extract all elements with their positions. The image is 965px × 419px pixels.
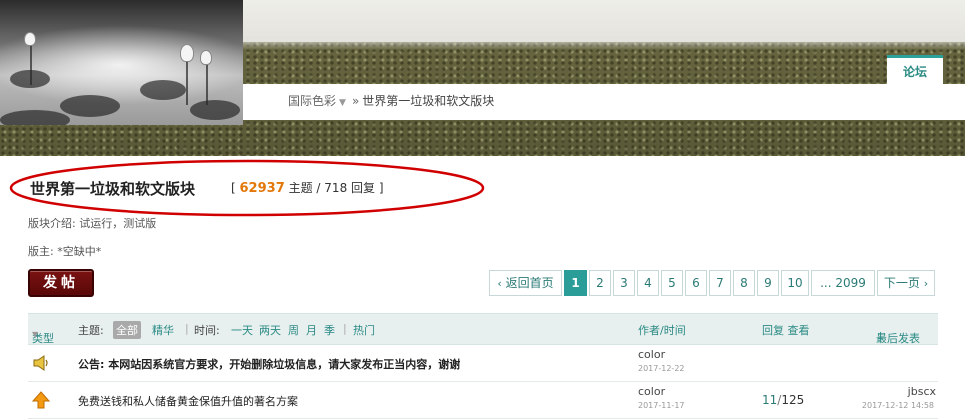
lotus-stem (186, 55, 188, 105)
thread-count: 62937 (239, 181, 285, 196)
thread-date: 2017-12-22 (638, 364, 685, 373)
time-filter-2days[interactable]: 两天 (259, 322, 281, 338)
pagination-back-home[interactable]: ‹ 返回首页 (489, 270, 562, 296)
thread-date: 2017-11-17 (638, 401, 685, 410)
page-last[interactable]: ... 2099 (811, 270, 875, 296)
forum-title: 世界第一垃圾和软文版块 (30, 180, 196, 198)
nav-tab-forum[interactable]: 论坛 (887, 55, 943, 86)
moderator-label: 版主: (28, 245, 54, 258)
filter-all[interactable]: 全部 (113, 321, 141, 339)
lotus-stem (30, 40, 32, 85)
page-1[interactable]: 1 (564, 270, 587, 296)
thread-list-header: 类型 ▼ 主题: 全部 精华 | 时间: 一天 两天 周 月 季 | 热门 作者… (28, 313, 938, 345)
lotus-flower (180, 44, 194, 62)
time-filter-day[interactable]: 一天 (231, 322, 253, 338)
table-row[interactable]: 免费送钱和私人储备黄金保值升值的著名方案 color 2017-11-17 11… (28, 382, 938, 419)
chevron-right-icon: › (923, 277, 929, 290)
lotus-flower (24, 32, 36, 46)
chevron-down-icon: ▼ (32, 330, 39, 339)
lotus-flower (200, 50, 212, 65)
view-count: 125 (781, 393, 805, 407)
page-2[interactable]: 2 (589, 270, 611, 296)
lotus-leaf (0, 110, 70, 125)
filter-digest[interactable]: 精华 (152, 322, 174, 338)
stats-open-bracket: [ (231, 181, 236, 195)
chevron-left-icon: ‹ (497, 277, 502, 290)
announcement-speaker-icon (33, 355, 48, 371)
intro-text: 试运行，测试版 (79, 217, 157, 230)
breadcrumb: 国际色彩 ▼ » 世界第一垃圾和软文版块 (288, 92, 494, 109)
reply-count: 11 (762, 393, 778, 407)
time-filter-label: 时间: (194, 324, 220, 337)
chevron-down-icon[interactable]: ▼ (339, 98, 346, 108)
new-post-button[interactable]: 发帖 (28, 269, 94, 297)
moderator-value: *空缺中* (57, 245, 102, 258)
breadcrumb-separator: » (351, 94, 360, 108)
sort-arrow-down-icon: ↓ (876, 330, 886, 343)
thread-author[interactable]: color (638, 385, 665, 398)
page-6[interactable]: 6 (685, 270, 707, 296)
intro-label: 版块介绍: (28, 217, 76, 230)
divider: | (343, 322, 347, 335)
page-5[interactable]: 5 (661, 270, 683, 296)
page-7[interactable]: 7 (709, 270, 731, 296)
stats-slash: / (316, 181, 321, 195)
reply-view-column[interactable]: 回复 查看 (762, 322, 810, 338)
page-3[interactable]: 3 (613, 270, 635, 296)
thread-title[interactable]: 免费送钱和私人储备黄金保值升值的著名方案 (78, 393, 298, 409)
page-4[interactable]: 4 (637, 270, 659, 296)
lotus-leaf (60, 95, 120, 117)
page-9[interactable]: 9 (757, 270, 779, 296)
lotus-leaf (140, 80, 186, 100)
breadcrumb-current: 世界第一垃圾和软文版块 (362, 94, 495, 108)
lotus-painting-logo (0, 0, 243, 125)
thread-author[interactable]: color (638, 348, 665, 361)
reply-count: 718 (324, 181, 348, 195)
forum-stats: [ 62937 主题 / 718 回复 ] (231, 179, 384, 196)
stats-close-bracket: ] (378, 181, 384, 195)
thread-count-label: 主题 (288, 181, 313, 195)
topic-filter-label: 主题: (78, 324, 104, 337)
reply-count-label: 回复 (351, 181, 376, 195)
lotus-stem (206, 60, 208, 105)
last-post-author[interactable]: jbscx (908, 385, 936, 398)
page-10[interactable]: 10 (781, 270, 809, 296)
forum-intro: 版块介绍: 试运行，测试版 (28, 215, 156, 231)
last-post-date: 2017-12-12 14:58 (861, 401, 934, 410)
up-arrow-icon (32, 391, 50, 409)
page-8[interactable]: 8 (733, 270, 755, 296)
pagination-next[interactable]: 下一页 › (877, 270, 935, 296)
next-page-label: 下一页 (883, 276, 920, 290)
time-filter-month[interactable]: 月 (306, 322, 317, 338)
author-time-column[interactable]: 作者/时间 (638, 322, 686, 338)
lotus-leaf (190, 100, 240, 120)
forum-moderator: 版主: *空缺中* (28, 243, 101, 259)
thread-title[interactable]: 公告: 本网站因系统官方要求，开始删除垃圾信息，请大家发布正当内容，谢谢 (78, 356, 460, 372)
breadcrumb-link-root[interactable]: 国际色彩 (288, 94, 336, 108)
table-row[interactable]: 公告: 本网站因系统官方要求，开始删除垃圾信息，请大家发布正当内容，谢谢 col… (28, 345, 938, 382)
back-home-label: 返回首页 (505, 276, 554, 290)
divider: | (185, 322, 189, 335)
time-filter-season[interactable]: 季 (324, 322, 335, 338)
filter-hot[interactable]: 热门 (353, 322, 375, 338)
reply-view-count: 11/125 (762, 393, 805, 407)
time-filter-week[interactable]: 周 (288, 322, 299, 338)
forum-header: 论坛 国际色彩 ▼ » 世界第一垃圾和软文版块 (0, 0, 965, 156)
